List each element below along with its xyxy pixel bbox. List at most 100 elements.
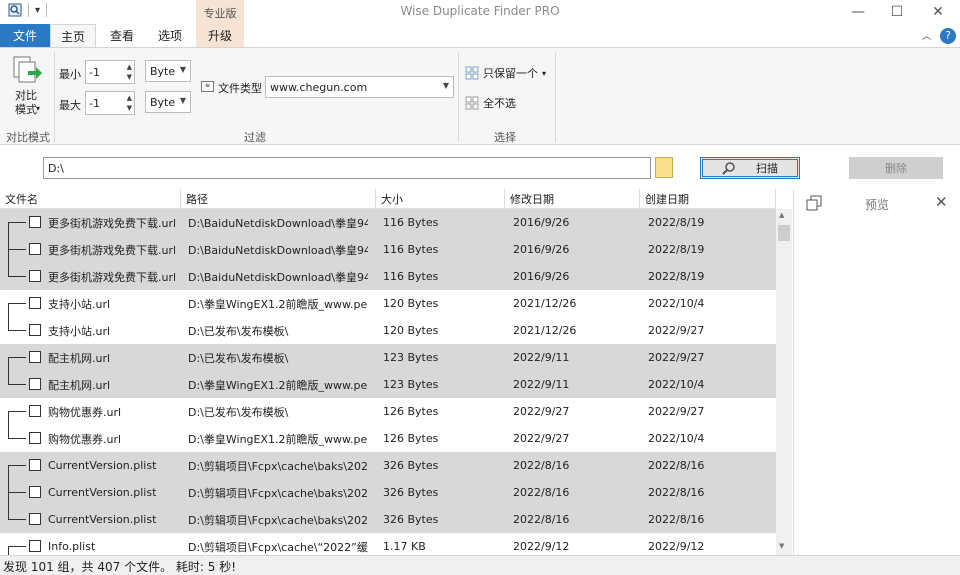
tab-upgrade[interactable]: 升级	[196, 24, 244, 47]
file-type-select[interactable]: www.chegun.com ▼	[265, 76, 454, 98]
compare-mode-button[interactable]	[10, 55, 42, 90]
scroll-up-icon[interactable]: ▲	[779, 211, 784, 219]
row-checkbox[interactable]	[29, 324, 41, 336]
group-divider	[555, 52, 556, 142]
column-header-modified[interactable]: 修改日期	[505, 189, 640, 209]
table-row[interactable]: 购物优惠券.url D:\拳皇WingEX1.2前瞻版_www.peizh... 1…	[0, 425, 776, 452]
table-row[interactable]: 更多街机游戏免费下载.url D:\BaiduNetdiskDownload\拳皇…	[0, 236, 776, 263]
quick-access-toolbar: ▾	[8, 3, 48, 17]
search-icon	[722, 162, 735, 175]
cell-path: D:\剪辑项目\Fcpx\cache\baks\2022\...	[188, 486, 368, 500]
cell-name: 配主机网.url	[48, 351, 111, 365]
row-checkbox[interactable]	[29, 486, 41, 498]
table-row[interactable]: 支持小站.url D:\已发布\发布模板\ 120 Bytes 2021/12/26 2…	[0, 317, 776, 344]
close-preview-icon[interactable]: ✕	[935, 193, 948, 211]
row-checkbox[interactable]	[29, 432, 41, 444]
table-row[interactable]: Info.plist D:\剪辑项目\Fcpx\cache\“2022”缓... 1…	[0, 533, 776, 555]
row-checkbox[interactable]	[29, 459, 41, 471]
scrollbar-thumb[interactable]	[778, 225, 790, 241]
min-unit-select[interactable]: Byte ▼	[145, 60, 191, 82]
app-icon[interactable]	[8, 3, 22, 17]
cell-name: 配主机网.url	[48, 378, 111, 392]
tree-line	[8, 546, 26, 547]
max-unit-value: Byte	[150, 95, 176, 109]
cell-path: D:\拳皇WingEX1.2前瞻版_www.peizh...	[188, 297, 368, 311]
tree-line	[8, 317, 9, 331]
row-checkbox[interactable]	[29, 270, 41, 282]
cell-size: 116 Bytes	[383, 270, 439, 283]
tree-line	[8, 506, 9, 520]
maximize-button[interactable]: ☐	[875, 0, 919, 24]
vertical-scrollbar[interactable]	[776, 209, 792, 555]
min-size-spinner[interactable]: -1 ▲ ▼	[85, 60, 135, 84]
cell-path: D:\拳皇WingEX1.2前瞻版_www.peizh...	[188, 432, 368, 446]
row-checkbox[interactable]	[29, 378, 41, 390]
help-icon[interactable]: ?	[940, 28, 956, 44]
cell-path: D:\已发布\发布模板\	[188, 405, 289, 419]
row-checkbox[interactable]	[29, 297, 41, 309]
tab-file[interactable]: 文件	[0, 24, 50, 47]
path-input[interactable]: D:\	[43, 157, 651, 179]
minimize-button[interactable]: —	[836, 0, 880, 24]
table-row[interactable]: CurrentVersion.plist D:\剪辑项目\Fcpx\cache\b…	[0, 479, 776, 506]
tab-home[interactable]: 主页	[50, 24, 96, 48]
cell-modified: 2022/9/11	[513, 378, 570, 391]
cell-created: 2022/8/19	[648, 270, 705, 283]
cell-size: 126 Bytes	[383, 432, 439, 445]
cell-created: 2022/8/16	[648, 486, 705, 499]
tree-line	[8, 371, 9, 385]
tree-line	[8, 411, 9, 425]
group-divider	[54, 52, 55, 142]
cell-path: D:\BaiduNetdiskDownload\拳皇94-2...	[188, 270, 368, 284]
max-unit-select[interactable]: Byte ▼	[145, 91, 191, 113]
cell-path: D:\剪辑项目\Fcpx\cache\“2022”缓...	[188, 540, 368, 554]
select-none-button[interactable]: 全不选	[465, 95, 516, 111]
table-row[interactable]: CurrentVersion.plist D:\剪辑项目\Fcpx\cache\b…	[0, 452, 776, 479]
scan-button[interactable]: 扫描	[700, 157, 800, 179]
table-row[interactable]: 支持小站.url D:\拳皇WingEX1.2前瞻版_www.peizh... 12…	[0, 290, 776, 317]
restore-pane-icon[interactable]	[806, 195, 822, 214]
tree-line	[8, 330, 26, 331]
delete-button[interactable]: 删除	[849, 157, 943, 179]
column-header-name[interactable]: 文件名	[0, 189, 181, 209]
cell-created: 2022/9/27	[648, 351, 705, 364]
close-button[interactable]: ✕	[916, 0, 960, 24]
column-header-size[interactable]: 大小	[376, 189, 505, 209]
tab-options[interactable]: 选项	[148, 24, 192, 47]
cell-modified: 2022/9/27	[513, 405, 570, 418]
chevron-down-icon[interactable]: ▾	[36, 104, 40, 113]
folder-browse-icon[interactable]	[655, 157, 673, 178]
row-checkbox[interactable]	[29, 513, 41, 525]
cell-created: 2022/8/16	[648, 459, 705, 472]
table-row[interactable]: 购物优惠券.url D:\已发布\发布模板\ 126 Bytes 2022/9/27 2…	[0, 398, 776, 425]
scroll-down-icon[interactable]: ▼	[779, 542, 784, 550]
row-checkbox[interactable]	[29, 351, 41, 363]
table-row[interactable]: 配主机网.url D:\已发布\发布模板\ 123 Bytes 2022/9/11 20…	[0, 344, 776, 371]
column-header-path[interactable]: 路径	[181, 189, 376, 209]
row-checkbox[interactable]	[29, 405, 41, 417]
table-row[interactable]: 配主机网.url D:\拳皇WingEX1.2前瞻版_www.peizh... 12…	[0, 371, 776, 398]
row-checkbox[interactable]	[29, 243, 41, 255]
cell-modified: 2016/9/26	[513, 243, 570, 256]
qat-dropdown-icon[interactable]: ▾	[35, 5, 40, 16]
tree-line	[8, 357, 9, 371]
table-row[interactable]: 更多街机游戏免费下载.url D:\BaiduNetdiskDownload\拳皇…	[0, 209, 776, 236]
column-header-created[interactable]: 创建日期	[640, 189, 776, 209]
row-checkbox[interactable]	[29, 216, 41, 228]
tree-line	[8, 546, 9, 555]
cell-size: 116 Bytes	[383, 216, 439, 229]
table-row[interactable]: CurrentVersion.plist D:\剪辑项目\Fcpx\cache\b…	[0, 506, 776, 533]
tree-line	[8, 263, 9, 277]
cell-modified: 2021/12/26	[513, 324, 577, 337]
collapse-ribbon-icon[interactable]: ︿	[922, 29, 931, 42]
tree-line	[8, 222, 26, 223]
chevron-down-icon: ▼	[179, 65, 186, 74]
table-row[interactable]: 更多街机游戏免费下载.url D:\BaiduNetdiskDownload\拳皇…	[0, 263, 776, 290]
row-checkbox[interactable]	[29, 540, 41, 552]
tab-view[interactable]: 查看	[100, 24, 144, 47]
keep-one-button[interactable]: 只保留一个 ▾	[465, 65, 546, 81]
cell-size: 120 Bytes	[383, 324, 439, 337]
cell-name: 购物优惠券.url	[48, 405, 122, 419]
filter-group-label: 过滤	[244, 131, 266, 144]
max-size-spinner[interactable]: -1 ▲ ▼	[85, 91, 135, 115]
